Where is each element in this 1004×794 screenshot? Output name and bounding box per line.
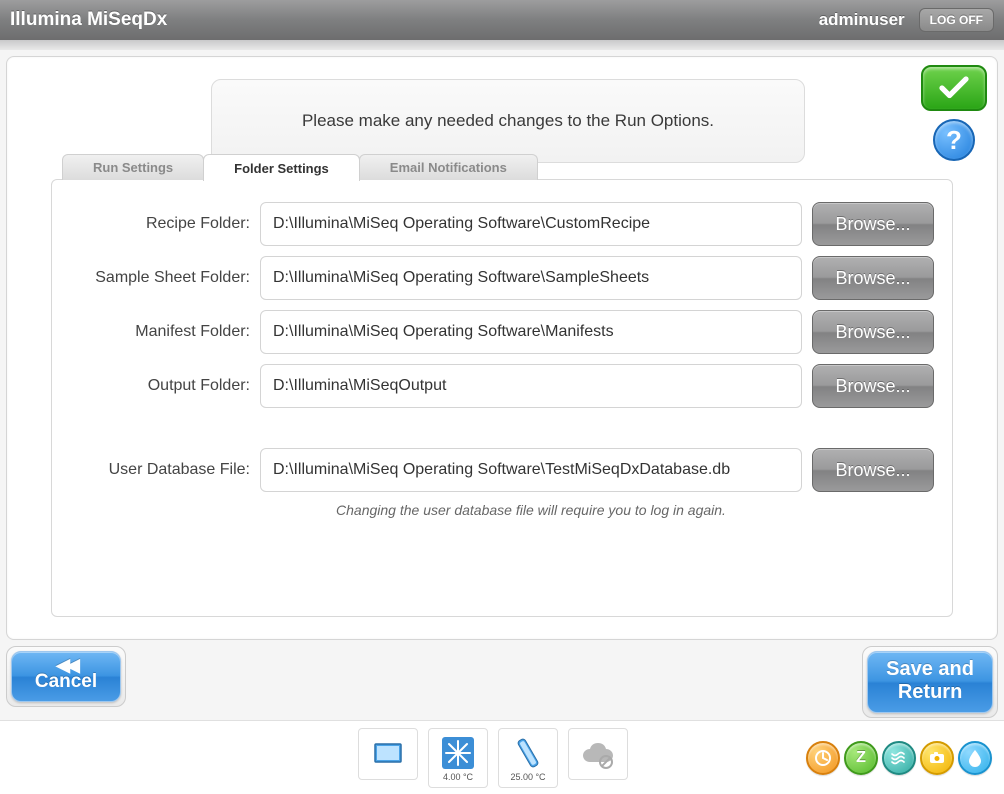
row-recipe-folder: Recipe Folder: Browse...: [70, 202, 934, 246]
browse-user-database[interactable]: Browse...: [812, 448, 934, 492]
row-manifest-folder: Manifest Folder: Browse...: [70, 310, 934, 354]
label-manifest-folder: Manifest Folder:: [70, 323, 260, 341]
main-panel: Please make any needed changes to the Ru…: [6, 56, 998, 640]
label-user-database: User Database File:: [70, 461, 260, 479]
row-output-folder: Output Folder: Browse...: [70, 364, 934, 408]
status-tiles: 4.00 °C 25.00 °C: [358, 728, 628, 788]
tab-run-settings[interactable]: Run Settings: [62, 154, 204, 180]
input-output-folder[interactable]: [260, 364, 802, 408]
label-output-folder: Output Folder:: [70, 377, 260, 395]
user-database-note: Changing the user database file will req…: [260, 502, 802, 518]
help-button[interactable]: ?: [933, 119, 975, 161]
drop-icon[interactable]: [958, 741, 992, 775]
status-bar: 4.00 °C 25.00 °C Z: [0, 720, 1004, 794]
current-username: adminuser: [819, 10, 905, 30]
monitor-icon: [372, 741, 404, 769]
flowcell-temp: 25.00 °C: [510, 772, 545, 782]
flowcell-icon: [511, 736, 545, 770]
browse-output-folder[interactable]: Browse...: [812, 364, 934, 408]
back-arrows-icon: ◀◀: [30, 658, 102, 672]
browse-recipe-folder[interactable]: Browse...: [812, 202, 934, 246]
cancel-button[interactable]: ◀◀ Cancel: [11, 651, 121, 702]
input-user-database[interactable]: [260, 448, 802, 492]
z-icon[interactable]: Z: [844, 741, 878, 775]
folder-settings-form: Recipe Folder: Browse... Sample Sheet Fo…: [52, 180, 952, 528]
row-user-database: User Database File: Browse...: [70, 448, 934, 492]
tab-strip: Run Settings Folder Settings Email Notif…: [62, 154, 537, 181]
camera-icon[interactable]: [920, 741, 954, 775]
save-and-return-button[interactable]: Save and Return: [867, 651, 993, 713]
input-manifest-folder[interactable]: [260, 310, 802, 354]
status-indicators: Z: [806, 741, 992, 775]
save-frame: Save and Return: [862, 646, 998, 718]
input-samplesheet-folder[interactable]: [260, 256, 802, 300]
cloud-disabled-icon: [580, 740, 616, 770]
instruction-text: Please make any needed changes to the Ru…: [211, 79, 805, 163]
logoff-button[interactable]: LOG OFF: [919, 8, 994, 32]
save-label-line2: Return: [886, 681, 974, 704]
title-bar: Illumina MiSeqDx adminuser LOG OFF: [0, 0, 1004, 40]
status-tile-monitor[interactable]: [358, 728, 418, 780]
status-tile-chiller[interactable]: 4.00 °C: [428, 728, 488, 788]
cancel-frame: ◀◀ Cancel: [6, 646, 126, 707]
tab-email-notifications[interactable]: Email Notifications: [359, 154, 538, 180]
app-title: Illumina MiSeqDx: [10, 9, 819, 31]
status-ok-icon: [921, 65, 987, 111]
help-icon: ?: [946, 125, 962, 156]
label-samplesheet-folder: Sample Sheet Folder:: [70, 269, 260, 287]
tab-panel: Run Settings Folder Settings Email Notif…: [51, 179, 953, 617]
status-tile-flowcell[interactable]: 25.00 °C: [498, 728, 558, 788]
wave-icon[interactable]: [882, 741, 916, 775]
row-samplesheet-folder: Sample Sheet Folder: Browse...: [70, 256, 934, 300]
browse-samplesheet-folder[interactable]: Browse...: [812, 256, 934, 300]
input-recipe-folder[interactable]: [260, 202, 802, 246]
browse-manifest-folder[interactable]: Browse...: [812, 310, 934, 354]
status-tile-cloud[interactable]: [568, 728, 628, 780]
clock-icon[interactable]: [806, 741, 840, 775]
cancel-label: Cancel: [35, 671, 97, 692]
header-divider: [0, 40, 1004, 50]
tab-folder-settings[interactable]: Folder Settings: [203, 154, 360, 181]
label-recipe-folder: Recipe Folder:: [70, 215, 260, 233]
action-bar: ◀◀ Cancel Save and Return: [0, 646, 1004, 720]
snowflake-icon: [441, 736, 475, 770]
chiller-temp: 4.00 °C: [443, 772, 473, 782]
save-label-line1: Save and: [886, 658, 974, 681]
